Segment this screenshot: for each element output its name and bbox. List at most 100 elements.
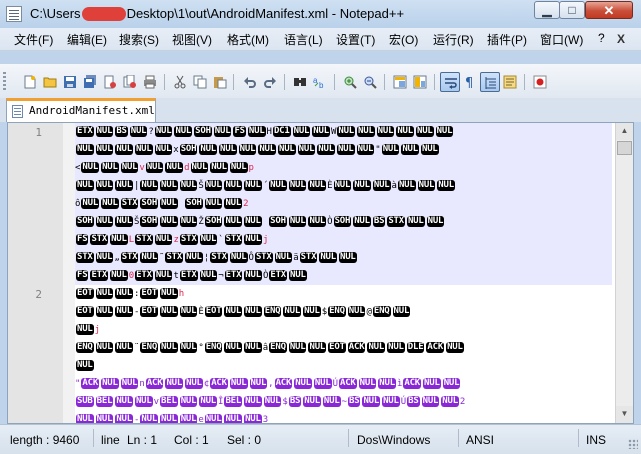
status-encoding[interactable]: ANSI	[466, 433, 494, 447]
control-char-token: ACK	[338, 378, 357, 389]
menu-language[interactable]: 语言(L)	[284, 31, 323, 48]
vertical-scrollbar[interactable]: ▲ ▼	[615, 123, 633, 423]
sync-horizontal-button[interactable]	[410, 72, 430, 92]
control-char-token: NUL	[160, 342, 178, 353]
char-text: -	[133, 415, 140, 423]
control-char-token: NUL	[199, 144, 218, 155]
zoom-out-button[interactable]	[360, 72, 380, 92]
resize-grip[interactable]	[628, 439, 638, 449]
control-char-token: NUL	[229, 378, 248, 389]
control-char-token: NUL	[160, 216, 178, 227]
control-char-token: STX	[120, 252, 139, 263]
tab-androidmanifest[interactable]: AndroidManifest.xml	[6, 98, 156, 122]
copy-button[interactable]	[190, 72, 210, 92]
control-char-token: NUL	[423, 378, 441, 389]
record-macro-button[interactable]	[530, 72, 550, 92]
scroll-thumb[interactable]	[617, 141, 632, 155]
arrow-up-icon: ▲	[620, 126, 629, 135]
control-char-token: ENQ	[372, 306, 391, 317]
menu-help[interactable]: ?	[598, 31, 605, 45]
control-char-token: NUL	[134, 144, 153, 155]
control-char-token: NUL	[308, 180, 327, 191]
close-window-button[interactable]: ✕	[585, 1, 633, 19]
menu-format[interactable]: 格式(M)	[227, 31, 269, 48]
char-text: ¬	[218, 271, 224, 281]
paste-icon	[214, 77, 227, 89]
status-eol[interactable]: Dos\Windows	[357, 433, 430, 447]
control-char-token: NUL	[199, 270, 218, 281]
save-button[interactable]	[60, 72, 80, 92]
indent-guide-button[interactable]	[480, 72, 500, 92]
scroll-down-button[interactable]: ▼	[616, 406, 633, 423]
control-char-token: NUL	[115, 396, 133, 407]
menu-view[interactable]: 视图(V)	[172, 31, 212, 48]
control-char-token: NUL	[185, 378, 203, 389]
menu-macro[interactable]: 宏(O)	[389, 31, 418, 48]
control-char-token: BEL	[224, 396, 243, 407]
new-file-button[interactable]	[20, 72, 40, 92]
undo-button[interactable]	[240, 72, 260, 92]
close-file-button[interactable]	[100, 72, 120, 92]
char-text: "	[75, 379, 81, 389]
maximize-button[interactable]: □	[559, 1, 585, 19]
control-char-token: NUL	[140, 252, 159, 263]
toolbar-grip[interactable]	[3, 72, 6, 92]
minimize-icon: ▁	[542, 3, 552, 17]
svg-text:¶: ¶	[465, 76, 473, 89]
close-doc-icon[interactable]: X	[617, 32, 625, 46]
control-char-token: NUL	[224, 198, 243, 209]
menu-search[interactable]: 搜索(S)	[119, 31, 159, 48]
show-all-chars-button[interactable]: ¶	[460, 72, 480, 92]
close-all-button[interactable]	[120, 72, 140, 92]
char-text: â	[262, 343, 269, 353]
sync-vertical-button[interactable]	[390, 72, 410, 92]
editor-pane[interactable]: 1 2 ETX NUL BS NUL? NUL NUL SOH NUL FS NUL H DC1 NUL…	[7, 122, 634, 424]
menu-edit[interactable]: 编辑(E)	[67, 31, 107, 48]
control-char-token: NUL	[244, 414, 262, 423]
control-char-token: NUL	[129, 126, 148, 137]
word-wrap-button[interactable]	[440, 72, 460, 92]
replace-button[interactable]: ab	[310, 72, 330, 92]
control-char-token: BS	[372, 216, 386, 227]
char-text: ´	[262, 181, 269, 191]
paste-button[interactable]	[210, 72, 230, 92]
control-char-token: NUL	[244, 270, 262, 281]
print-button[interactable]	[140, 72, 160, 92]
char-text: ˜	[159, 253, 165, 263]
menu-run[interactable]: 运行(R)	[433, 31, 474, 48]
menu-settings[interactable]: 设置(T)	[336, 31, 375, 48]
menu-window[interactable]: 窗口(W)	[540, 31, 583, 48]
control-char-token: NUL	[190, 162, 209, 173]
minimize-button[interactable]: ▁	[534, 1, 560, 19]
control-char-token: NUL	[406, 216, 425, 227]
sync-horizontal-icon	[413, 75, 427, 89]
control-char-token: NUL	[115, 414, 133, 423]
redo-icon	[264, 77, 276, 88]
save-all-button[interactable]	[80, 72, 100, 92]
control-char-token: NUL	[421, 396, 440, 407]
status-line-label: line	[101, 433, 120, 447]
line-number-margin: 1 2	[8, 123, 63, 423]
control-char-token: NUL	[353, 216, 371, 227]
cut-button[interactable]	[170, 72, 190, 92]
menu-plugins[interactable]: 插件(P)	[487, 31, 527, 48]
code-line: FS STX NUL L STX NUL z STX NUL ` STX NUL j	[75, 231, 268, 249]
redo-button[interactable]	[260, 72, 280, 92]
char-text: v	[153, 397, 160, 407]
scroll-up-button[interactable]: ▲	[616, 123, 633, 140]
menu-file[interactable]: 文件(F)	[14, 31, 53, 48]
find-button[interactable]	[290, 72, 310, 92]
control-char-token: SOH	[185, 198, 203, 209]
code-area[interactable]: ETX NUL BS NUL? NUL NUL SOH NUL FS NUL H DC1 NUL NUL W…	[75, 123, 615, 423]
control-char-token: STX	[299, 252, 318, 263]
control-char-token: NUL	[288, 342, 307, 353]
open-file-button[interactable]	[40, 72, 60, 92]
doc-map-button[interactable]	[500, 72, 520, 92]
code-line: NUL NUL NUL NUL NUL x SOH NUL NUL NUL NUL NUL NUL NUL…	[75, 141, 440, 159]
control-char-token: NUL	[417, 180, 436, 191]
control-char-token: NUL	[244, 234, 262, 245]
show-all-chars-icon: ¶	[465, 76, 473, 89]
fold-margin[interactable]	[63, 123, 75, 423]
control-char-token: DLE	[406, 342, 425, 353]
zoom-in-button[interactable]	[340, 72, 360, 92]
